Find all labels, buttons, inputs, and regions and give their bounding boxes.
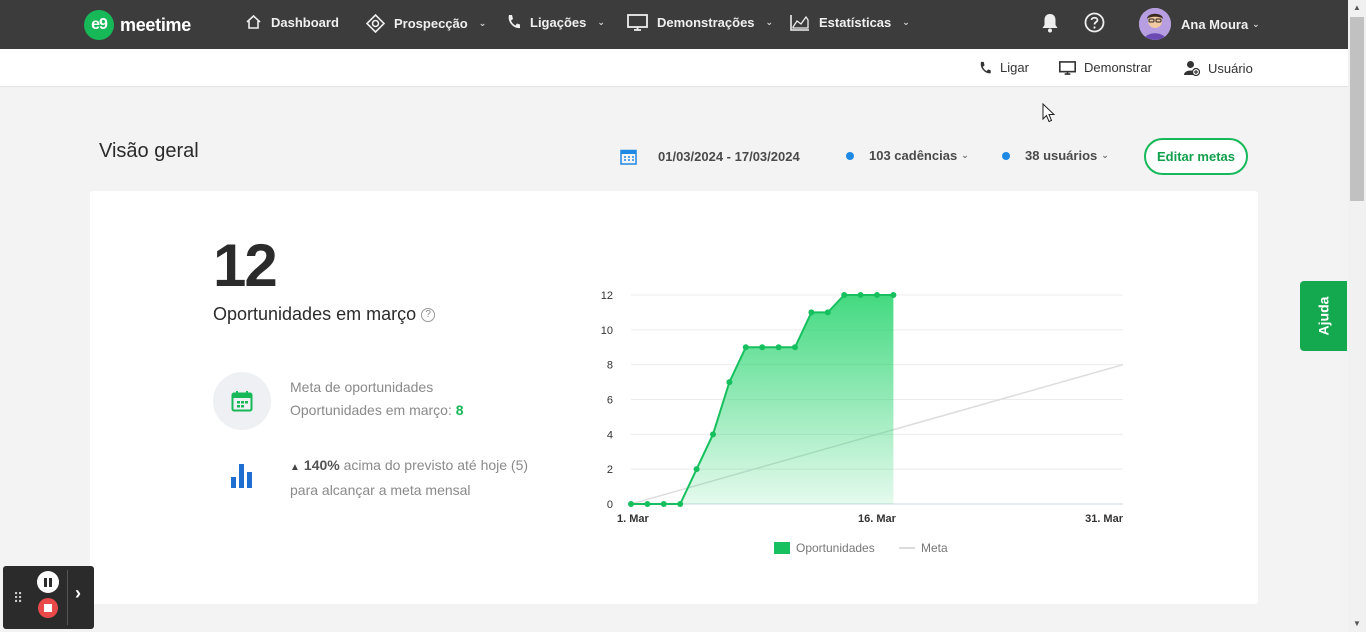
date-range-filter[interactable]: 01/03/2024 - 17/03/2024: [620, 148, 800, 165]
edit-goals-button[interactable]: Editar metas: [1144, 138, 1248, 175]
pause-button[interactable]: [37, 571, 59, 593]
nav-dashboard-label: Dashboard: [271, 14, 339, 30]
status-dot: [1002, 151, 1010, 160]
drag-handle-icon[interactable]: ⠿: [13, 590, 23, 607]
y-tick-label: 12: [601, 290, 613, 302]
data-point: [726, 379, 733, 386]
legend-swatch: [774, 542, 790, 554]
nav-demonstracoes-label: Demonstrações: [657, 15, 755, 30]
data-point: [890, 292, 897, 298]
quick-actions-bar: Ligar Demonstrar Usuário: [0, 49, 1348, 87]
legend-line: [899, 547, 915, 549]
x-tick-label: 1. Mar: [617, 513, 650, 525]
chevron-down-icon: ⌄: [1101, 150, 1109, 160]
scroll-down-icon[interactable]: ▼: [1352, 619, 1362, 628]
y-tick-label: 0: [607, 499, 613, 511]
data-point: [857, 292, 864, 298]
monitor-icon: [1059, 60, 1076, 75]
help-icon[interactable]: [1084, 12, 1105, 38]
demo-label: Demonstrar: [1084, 60, 1152, 75]
legend-oportunidades[interactable]: Oportunidades: [774, 541, 875, 555]
legend-label: Meta: [921, 541, 948, 555]
x-tick-label: 31. Mar: [1085, 513, 1124, 525]
nav-prospeccao-label: Prospecção: [394, 16, 468, 31]
nav-dashboard[interactable]: Dashboard: [245, 14, 339, 30]
nav-prospeccao[interactable]: Prospecção ⌄: [366, 14, 486, 33]
y-tick-label: 10: [601, 325, 613, 337]
data-point: [693, 466, 700, 473]
data-point: [808, 309, 815, 316]
scroll-up-icon[interactable]: ▲: [1352, 3, 1362, 12]
chevron-down-icon: ⌄: [765, 17, 774, 27]
data-point: [874, 292, 880, 298]
call-button[interactable]: Ligar: [978, 60, 1029, 75]
page-title: Visão geral: [99, 140, 199, 162]
logo[interactable]: e9 meetime: [84, 10, 191, 40]
chevron-right-icon[interactable]: ›: [75, 583, 81, 604]
monitor-icon: [627, 14, 648, 31]
opportunities-chart: 0 2 4 6 8 10 12 1. Mar 16. Mar 31. Mar: [601, 290, 1124, 525]
chevron-down-icon: ⌄: [1252, 18, 1260, 29]
overview-card: 12 Oportunidades em março ? Meta de opor…: [90, 191, 1258, 604]
mouse-cursor-icon: [1042, 103, 1056, 123]
cadences-label: 103 cadências: [869, 148, 958, 163]
notifications-bell-icon[interactable]: [1041, 13, 1059, 38]
users-filter[interactable]: 38 usuários ⌄: [1002, 148, 1109, 163]
data-point: [775, 344, 782, 351]
logo-text: meetime: [120, 14, 191, 35]
chevron-down-icon: ⌄: [478, 18, 487, 28]
data-point: [792, 344, 798, 351]
data-point: [710, 431, 716, 438]
legend-label: Oportunidades: [796, 541, 875, 555]
cadences-filter[interactable]: 103 cadências ⌄: [846, 148, 969, 163]
nav-ligacoes-label: Ligações: [530, 14, 587, 30]
chevron-down-icon: ⌄: [961, 150, 969, 160]
users-label: 38 usuários: [1025, 148, 1098, 163]
add-user-icon: [1184, 61, 1200, 76]
home-icon: [246, 14, 261, 29]
chevron-down-icon: ⌄: [597, 16, 605, 27]
stop-button[interactable]: [38, 598, 58, 618]
scrollbar-thumb[interactable]: [1350, 17, 1364, 201]
nav-estatisticas-label: Estatísticas: [819, 15, 892, 30]
user-name: Ana Moura: [1181, 16, 1249, 32]
y-tick-label: 8: [607, 360, 613, 372]
user-menu[interactable]: Ana Moura ⌄: [1139, 8, 1260, 40]
demo-button[interactable]: Demonstrar: [1059, 60, 1152, 75]
data-point: [660, 501, 667, 507]
date-range-label: 01/03/2024 - 17/03/2024: [658, 149, 800, 164]
data-point: [742, 344, 749, 351]
x-tick-label: 16. Mar: [858, 513, 897, 525]
y-tick-label: 6: [607, 395, 613, 407]
target-icon: [366, 14, 385, 33]
avatar: [1139, 8, 1171, 40]
top-navbar: e9 meetime Dashboard Prospecção ⌄ Ligaçõ…: [0, 0, 1348, 49]
legend-meta[interactable]: Meta: [899, 541, 948, 555]
nav-ligacoes[interactable]: Ligações ⌄: [506, 14, 605, 30]
data-point: [841, 292, 848, 298]
calendar-icon: [620, 149, 637, 165]
nav-demonstracoes[interactable]: Demonstrações ⌄: [627, 14, 773, 31]
call-label: Ligar: [1000, 60, 1029, 75]
user-label: Usuário: [1208, 60, 1253, 76]
divider: [67, 570, 68, 625]
status-dot: [846, 151, 854, 160]
data-point: [824, 309, 831, 316]
help-tab-label: Ajuda: [1315, 296, 1332, 336]
recorder-widget: ⠿ ›: [3, 566, 94, 629]
add-user-button[interactable]: Usuário: [1184, 60, 1253, 76]
data-point: [759, 344, 766, 351]
phone-icon: [508, 15, 520, 29]
y-tick-label: 2: [607, 464, 613, 476]
data-point: [628, 501, 634, 507]
chevron-down-icon: ⌄: [902, 17, 910, 27]
phone-icon: [980, 61, 991, 73]
y-tick-label: 4: [607, 429, 613, 441]
help-tab[interactable]: Ajuda: [1300, 281, 1347, 351]
chart-icon: [790, 15, 809, 31]
data-point: [677, 501, 684, 507]
data-point: [644, 501, 651, 507]
logo-mark: e9: [84, 10, 114, 40]
nav-estatisticas[interactable]: Estatísticas ⌄: [790, 14, 910, 31]
